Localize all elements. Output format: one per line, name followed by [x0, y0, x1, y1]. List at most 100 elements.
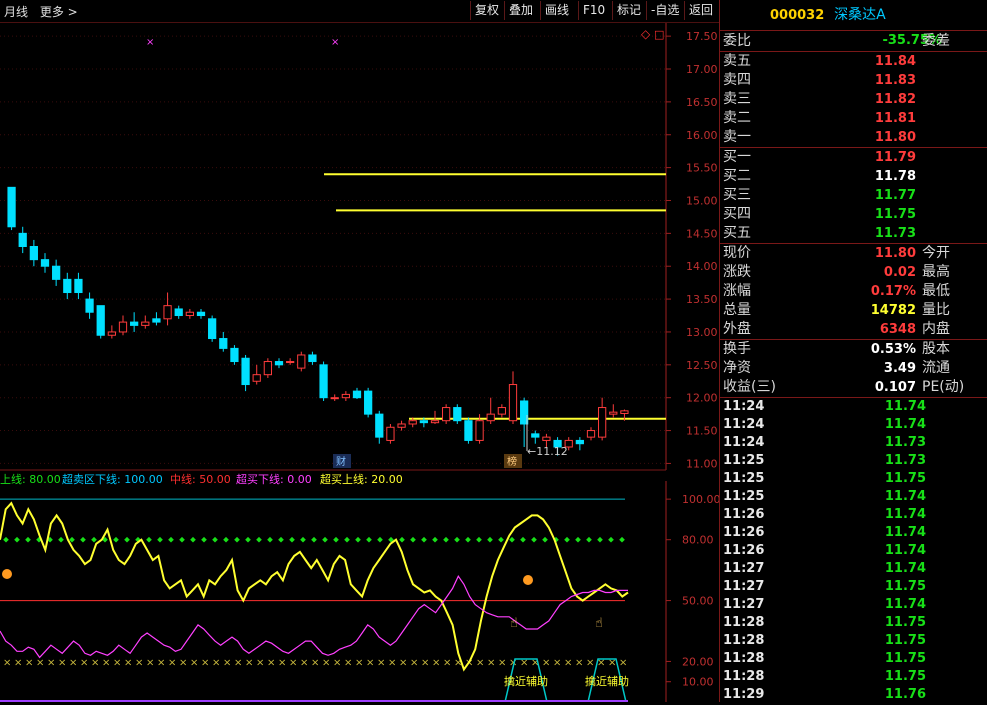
cross-20-marker: ×	[47, 657, 55, 668]
draw-line-button[interactable]: 画线	[540, 1, 573, 20]
indicator-tick-label: 10.00	[682, 676, 714, 689]
price-tick-label: 11.50	[686, 425, 718, 438]
candle-body	[252, 374, 261, 382]
dotted-80-marker	[498, 536, 504, 543]
cross-20-marker: ×	[36, 657, 44, 668]
tick-price: 11.74	[884, 525, 926, 540]
cross-20-marker: ×	[333, 657, 341, 668]
price-tick-label: 15.50	[686, 162, 718, 175]
dotted-80-marker	[256, 536, 262, 543]
tick-time: 11:25	[723, 453, 765, 468]
dotted-80-marker	[487, 536, 493, 543]
candle-body	[430, 420, 440, 424]
dotted-80-marker	[234, 536, 240, 543]
dotted-80-marker	[355, 536, 361, 543]
tick-price: 11.74	[884, 417, 926, 432]
legend-mid: 中线: 50.00	[170, 472, 231, 486]
tick-price: 11.74	[884, 507, 926, 522]
candle-body	[286, 361, 295, 364]
candle-body	[531, 433, 540, 438]
dotted-80-marker	[278, 536, 284, 543]
candle-body	[297, 354, 306, 369]
cross-20-marker: ×	[190, 657, 198, 668]
candle-body	[74, 278, 83, 294]
more-menu[interactable]: 更多 >	[40, 5, 78, 19]
candle-body	[241, 357, 250, 386]
candle-body	[7, 186, 16, 228]
tick-price: 11.75	[884, 615, 926, 630]
candle-body	[575, 439, 584, 445]
add-watchlist-button[interactable]: -自选	[646, 1, 683, 20]
dotted-80-marker	[25, 536, 31, 543]
diamond-icon[interactable]: ◇	[641, 27, 651, 41]
price-chart[interactable]: 11.00 11.50 12.00 12.50 13.00 13.50 14.00 14.50…	[0, 23, 721, 703]
dotted-80-marker	[58, 536, 64, 543]
tick-row: 11:24 11.74	[720, 416, 987, 434]
price-tick-label: 17.00	[686, 63, 718, 76]
period-selector[interactable]: 月线	[4, 5, 28, 19]
weibi-label: 委比	[723, 33, 751, 49]
ask-row-label: 卖四	[723, 72, 751, 88]
ask-row-value: 11.81	[874, 111, 916, 126]
overlay-button[interactable]: 叠加	[504, 1, 537, 20]
ask-row-value: 11.84	[874, 54, 916, 69]
mark-button[interactable]: 标记	[612, 1, 645, 20]
f10-button[interactable]: F10	[578, 1, 609, 20]
weicha-label: 委差	[922, 33, 950, 49]
price-tick-label: 16.00	[686, 129, 718, 142]
fund-row: 换手 0.53% 股本	[720, 340, 987, 359]
tick-row: 11:27 11.74	[720, 560, 987, 578]
cross-20-marker: ×	[146, 657, 154, 668]
cross-20-marker: ×	[388, 657, 396, 668]
dotted-80-marker	[432, 536, 438, 543]
signal-label: 擒近辅助	[585, 674, 629, 688]
fund-row-value: 0.107	[874, 380, 916, 395]
cross-20-marker: ×	[234, 657, 242, 668]
quote-row: 现价 11.80 今开	[720, 244, 987, 263]
candle-body	[308, 354, 317, 363]
bid-row-label: 买三	[723, 187, 751, 203]
candle-body	[586, 430, 596, 438]
back-button[interactable]: 返回	[684, 1, 717, 20]
tick-row: 11:26 11.74	[720, 506, 987, 524]
quote-row: 总量 14782 量比	[720, 301, 987, 320]
cai-badge-label: 财	[336, 455, 346, 468]
chart-area[interactable]: 11.00 11.50 12.00 12.50 13.00 13.50 14.00 14.50…	[0, 23, 721, 703]
dotted-80-marker	[531, 536, 537, 543]
candle-body	[230, 347, 239, 363]
fund-row-label2: PE(动)	[922, 379, 965, 395]
fuquan-button[interactable]: 复权	[470, 1, 503, 20]
cross-marker: ×	[146, 37, 154, 48]
candle-body	[85, 298, 94, 313]
legend-oversold-lower: 超卖区下线: 100.00	[62, 472, 163, 486]
dotted-80-marker	[333, 536, 339, 543]
cross-20-marker: ×	[432, 657, 440, 668]
stock-name[interactable]: 深桑达A	[834, 7, 886, 23]
price-tick-label: 16.50	[686, 96, 718, 109]
cross-20-marker: ×	[311, 657, 319, 668]
indicator-line	[0, 574, 628, 659]
bang-badge-label: 榜	[507, 455, 517, 468]
bid-row-label: 买五	[723, 225, 751, 241]
expand-icon[interactable]: □	[654, 28, 664, 41]
tick-time: 11:24	[723, 417, 765, 432]
stock-code: 000032	[770, 8, 825, 23]
bid-row-label: 买一	[723, 149, 751, 165]
tick-price: 11.76	[884, 687, 926, 702]
tick-time: 11:26	[723, 507, 765, 522]
fundamental-stats: 换手 0.53% 股本 净资 3.49 流通 收益(三) 0.107 PE(动)	[720, 340, 987, 398]
indicator-tick-label: 50.00	[682, 595, 714, 608]
cross-20-marker: ×	[498, 657, 506, 668]
quote-row-label2: 内盘	[922, 321, 950, 337]
candle-body	[130, 321, 139, 326]
kline-annotations: × × ◇ □ 财 榜 ←11.12	[146, 27, 664, 468]
candle-body	[408, 420, 417, 425]
candle-body	[609, 411, 618, 415]
dotted-80-marker	[322, 536, 328, 543]
ask-row: 卖二 11.81	[720, 109, 987, 128]
candle-body	[508, 384, 518, 422]
candle-body	[341, 393, 350, 399]
quote-row-value: 0.02	[883, 265, 916, 280]
ask-row-label: 卖五	[723, 53, 751, 69]
quote-row-value: 6348	[879, 322, 916, 337]
